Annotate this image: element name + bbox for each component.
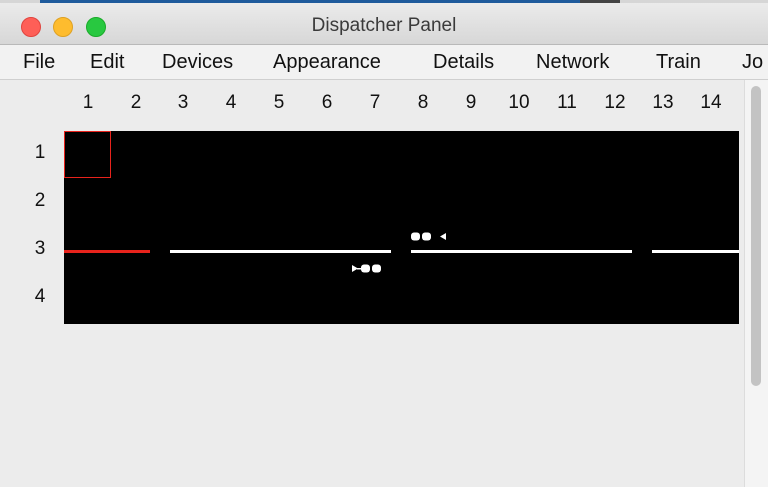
track-segment[interactable]	[411, 250, 632, 253]
selected-cell[interactable]	[64, 131, 111, 178]
menu-file[interactable]: File	[23, 45, 55, 79]
column-header: 11	[557, 92, 577, 113]
train-icon-left[interactable]	[411, 232, 451, 241]
menu-details[interactable]: Details	[433, 45, 494, 79]
column-header: 9	[465, 92, 477, 113]
panel-area: 1 2 3 4 5 6 7 8 9 10 11 12 13 14 1 2 3 4	[0, 80, 768, 487]
column-header: 8	[417, 92, 429, 113]
row-header: 1	[34, 142, 46, 163]
column-header: 1	[82, 92, 94, 113]
menu-network[interactable]: Network	[536, 45, 609, 79]
track-segment[interactable]	[652, 250, 739, 253]
row-header: 2	[34, 190, 46, 211]
window-title: Dispatcher Panel	[311, 15, 457, 36]
row-header: 4	[34, 286, 46, 307]
column-header: 14	[700, 92, 722, 113]
column-header: 10	[508, 92, 530, 113]
occupied-track-segment[interactable]	[64, 250, 150, 253]
track-segment[interactable]	[170, 250, 391, 253]
row-header: 3	[34, 238, 46, 259]
title-bar: Dispatcher Panel	[0, 3, 768, 45]
column-header: 13	[652, 92, 674, 113]
menu-bar: File Edit Devices Appearance Details Net…	[0, 45, 768, 80]
column-header: 7	[369, 92, 381, 113]
menu-devices[interactable]: Devices	[162, 45, 233, 79]
column-header: 4	[225, 92, 237, 113]
column-header: 3	[177, 92, 189, 113]
column-header: 12	[604, 92, 626, 113]
scrollbar-thumb[interactable]	[751, 86, 761, 386]
train-icon-right[interactable]	[351, 264, 391, 273]
menu-jobs[interactable]: Jo	[742, 45, 763, 79]
track-layout-grid[interactable]	[64, 131, 739, 324]
vertical-scrollbar[interactable]	[744, 80, 768, 487]
column-header: 5	[273, 92, 285, 113]
menu-train[interactable]: Train	[656, 45, 701, 79]
menu-appearance[interactable]: Appearance	[273, 45, 381, 79]
column-header: 2	[130, 92, 142, 113]
column-header: 6	[321, 92, 333, 113]
dispatcher-window: Dispatcher Panel File Edit Devices Appea…	[0, 0, 768, 487]
menu-edit[interactable]: Edit	[90, 45, 124, 79]
